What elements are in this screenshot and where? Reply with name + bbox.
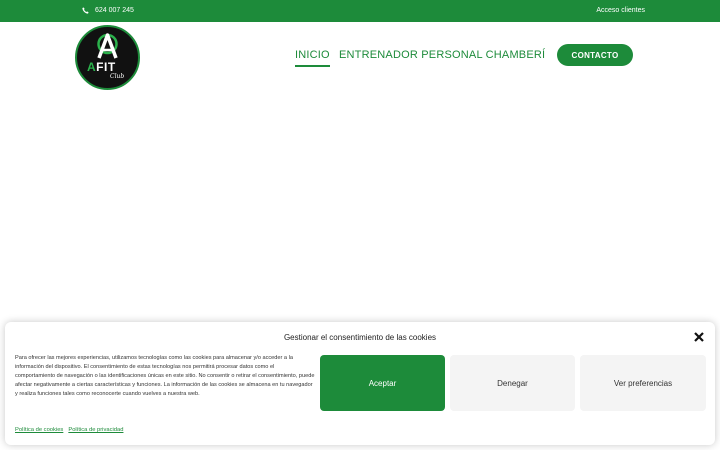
client-access-link[interactable]: Acceso clientes [596,7,645,14]
cookie-policy-link[interactable]: Política de cookies [15,427,63,433]
logo-brand-a: A [87,60,97,74]
logo-brand: AFIT [87,60,116,74]
nav-entrenador-personal[interactable]: ENTRENADOR PERSONAL CHAMBERÍ [339,49,545,61]
site-logo[interactable]: AFIT Club [75,25,140,90]
deny-button[interactable]: Denegar [450,355,575,411]
contact-button[interactable]: CONTACTO [557,44,633,66]
top-bar: 624 007 245 Acceso clientes [0,0,720,22]
phone-link[interactable]: 624 007 245 [82,7,134,14]
cookie-description: Para ofrecer las mejores experiencias, u… [15,355,315,397]
cookie-title: Gestionar el consentimiento de las cooki… [283,333,437,342]
phone-number: 624 007 245 [95,7,134,14]
logo-mark-icon [97,33,118,59]
close-icon[interactable] [693,331,705,343]
privacy-policy-link[interactable]: Política de privacidad [68,427,123,433]
preferences-button[interactable]: Ver preferencias [580,355,706,411]
phone-icon [82,7,89,14]
nav-inicio[interactable]: INICIO [295,49,330,67]
logo-brand-rest: FIT [96,60,116,74]
cookie-consent-banner: Gestionar el consentimiento de las cooki… [5,322,715,445]
cookie-links: Política de cookies Política de privacid… [15,427,123,433]
accept-button[interactable]: Aceptar [320,355,445,411]
logo-club: Club [110,73,125,80]
